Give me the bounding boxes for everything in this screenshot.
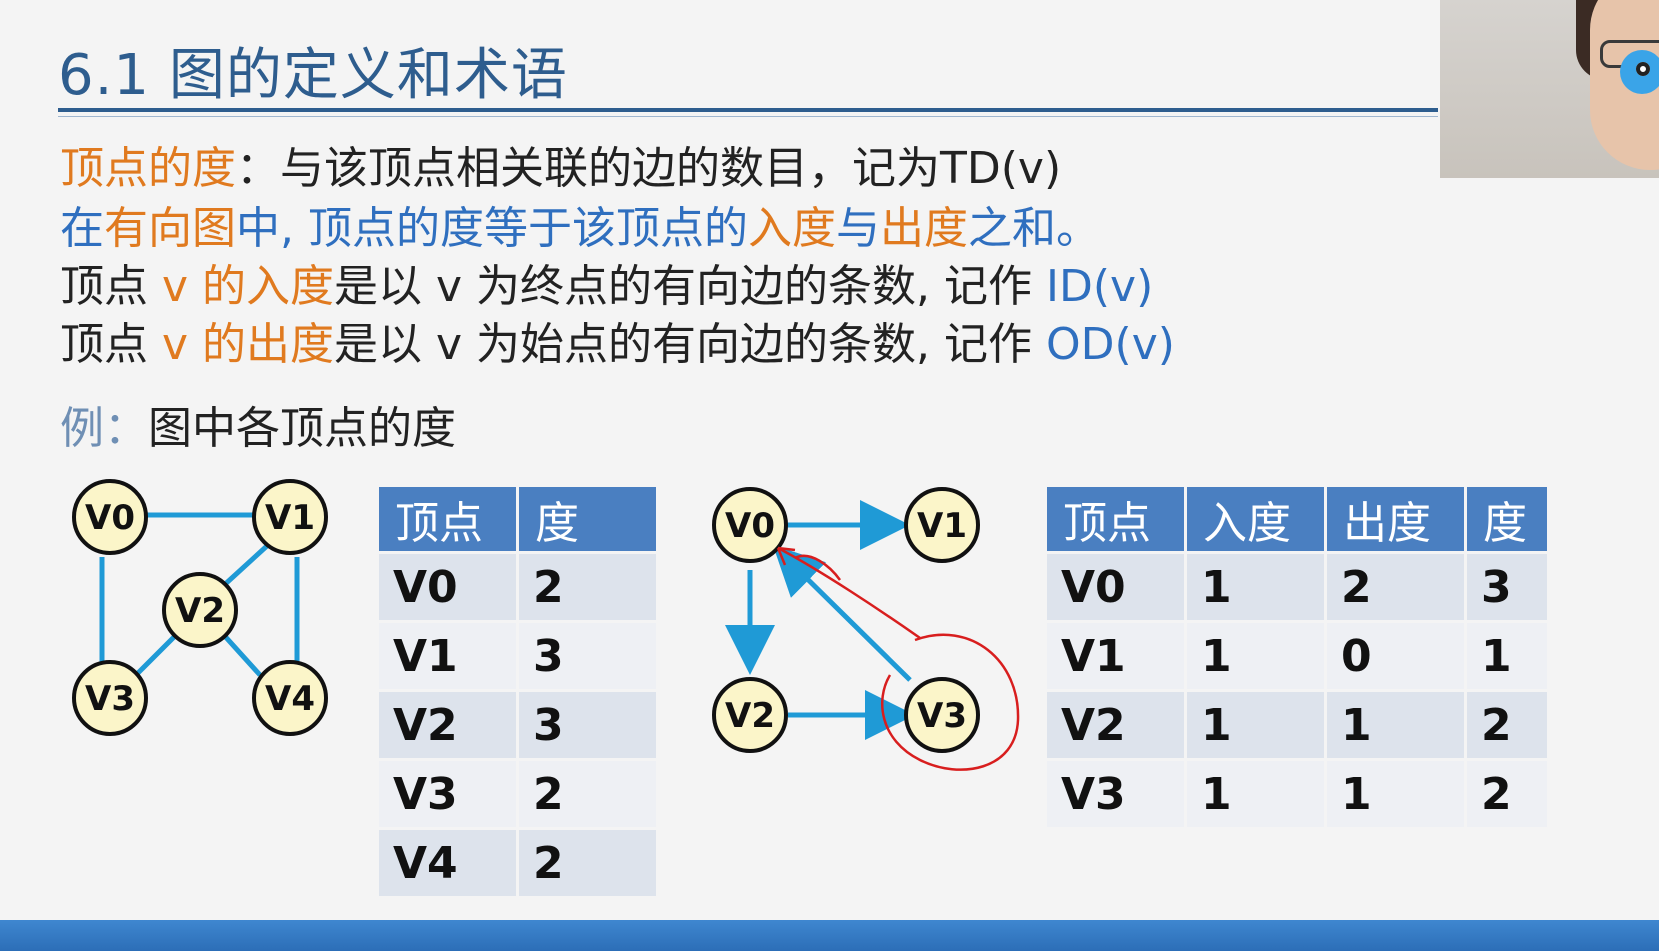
footer-bar: [0, 920, 1659, 951]
cell-in-degree: 1: [1187, 692, 1324, 758]
table-row: V3 2: [379, 761, 656, 827]
cell-vertex: V3: [1047, 761, 1184, 827]
cell-degree: 3: [519, 692, 656, 758]
cell-out-degree: 2: [1327, 554, 1464, 620]
node-label-v0: V0: [725, 506, 775, 546]
undirected-graph: V0 V1 V2 V3 V4: [72, 479, 328, 736]
cell-vertex: V0: [1047, 554, 1184, 620]
header-degree: 度: [1467, 487, 1547, 551]
cell-degree: 2: [1467, 692, 1547, 758]
table-row: V0 1 2 3: [1047, 554, 1547, 620]
cell-vertex: V2: [1047, 692, 1184, 758]
header-out-degree: 出度: [1327, 487, 1464, 551]
arc-v3-v0: [772, 544, 912, 682]
table-row: V0 2: [379, 554, 656, 620]
term-in-degree: 入度: [747, 203, 836, 254]
notation-od: OD(v): [1046, 319, 1175, 370]
header-vertex: 顶点: [379, 487, 516, 551]
slide-title: 6.1 图的定义和术语: [58, 43, 568, 108]
cell-vertex: V2: [379, 692, 516, 758]
text-segment: 是以 v 为终点的有向边的条数, 记作: [334, 261, 1047, 312]
text-segment: 在: [60, 203, 104, 254]
node-label-v1: V1: [917, 506, 967, 546]
cell-vertex: V4: [379, 830, 516, 896]
definition-line-in-degree: 顶点 v 的入度是以 v 为终点的有向边的条数, 记作 ID(v): [60, 250, 1153, 314]
node-label-v2: V2: [725, 696, 775, 736]
cell-vertex: V1: [379, 623, 516, 689]
cell-vertex: V3: [379, 761, 516, 827]
node-label-v2: V2: [175, 591, 225, 631]
term-vertex-degree: 顶点的度: [60, 143, 236, 194]
example-text: 图中各顶点的度: [148, 403, 456, 454]
annotation-arrow-line: [777, 546, 921, 640]
edge-v2-v3: [134, 631, 180, 677]
definition-line-degree: 顶点的度：与该顶点相关联的边的数目，记为TD(v): [60, 132, 1061, 196]
title-divider-thin: [58, 116, 1438, 117]
cell-degree: 3: [1467, 554, 1547, 620]
term-directed-graph: 有向图: [104, 203, 236, 254]
header-vertex: 顶点: [1047, 487, 1184, 551]
table-row: V1 1 0 1: [1047, 623, 1547, 689]
definition-text: ：与该顶点相关联的边的数目，记为TD(v): [236, 143, 1062, 194]
node-label-v3: V3: [85, 679, 135, 719]
text-segment: 顶点: [60, 261, 162, 312]
text-segment: 顶点: [60, 319, 162, 370]
slide: 6.1 图的定义和术语 顶点的度：与该顶点相关联的边的数目，记为TD(v) 在有…: [0, 0, 1659, 951]
definition-line-directed: 在有向图中, 顶点的度等于该顶点的入度与出度之和。: [60, 192, 1100, 256]
cell-degree: 3: [519, 623, 656, 689]
cell-degree: 2: [519, 554, 656, 620]
directed-graph: V0 V1 V2 V3: [712, 487, 1020, 771]
cell-degree: 2: [519, 761, 656, 827]
degree-table-undirected: 顶点 度 V0 2 V1 3 V2 3 V3 2 V4 2: [376, 484, 659, 899]
node-label-v0: V0: [85, 498, 135, 538]
header-degree: 度: [519, 487, 656, 551]
table-header-row: 顶点 入度 出度 度: [1047, 487, 1547, 551]
node-label-v3: V3: [917, 696, 967, 736]
webcam-overlay: [1440, 0, 1659, 178]
example-heading: 例：图中各顶点的度: [60, 392, 456, 456]
cell-out-degree: 1: [1327, 761, 1464, 827]
cell-out-degree: 0: [1327, 623, 1464, 689]
term-out-degree-v: v 的出度: [162, 319, 335, 370]
edge-v1-v2: [220, 543, 270, 589]
cell-degree: 1: [1467, 623, 1547, 689]
degree-table-directed: 顶点 入度 出度 度 V0 1 2 3 V1 1 0 1 V2 1 1 2 V3…: [1044, 484, 1550, 830]
text-segment: 中, 顶点的度等于该顶点的: [236, 203, 748, 254]
node-label-v1: V1: [265, 498, 315, 538]
table-row: V2 3: [379, 692, 656, 758]
notation-id: ID(v): [1046, 261, 1154, 312]
cell-vertex: V1: [1047, 623, 1184, 689]
cell-in-degree: 1: [1187, 554, 1324, 620]
header-in-degree: 入度: [1187, 487, 1324, 551]
cell-degree: 2: [1467, 761, 1547, 827]
table-row: V3 1 1 2: [1047, 761, 1547, 827]
undirected-nodes: V0 V1 V2 V3 V4: [72, 479, 328, 736]
definition-line-out-degree: 顶点 v 的出度是以 v 为始点的有向边的条数, 记作 OD(v): [60, 308, 1175, 372]
title-divider: [58, 108, 1438, 112]
table-header-row: 顶点 度: [379, 487, 656, 551]
table-row: V4 2: [379, 830, 656, 896]
term-in-degree-v: v 的入度: [162, 261, 335, 312]
text-segment: 是以 v 为始点的有向边的条数, 记作: [334, 319, 1047, 370]
example-label: 例：: [60, 403, 148, 454]
table-row: V1 3: [379, 623, 656, 689]
text-segment: 与: [835, 203, 880, 254]
text-segment: 之和。: [967, 203, 1100, 254]
cell-out-degree: 1: [1327, 692, 1464, 758]
cell-in-degree: 1: [1187, 623, 1324, 689]
cell-degree: 2: [519, 830, 656, 896]
node-label-v4: V4: [265, 679, 315, 719]
edge-v2-v4: [220, 631, 262, 677]
table-row: V2 1 1 2: [1047, 692, 1547, 758]
cell-vertex: V0: [379, 554, 516, 620]
term-out-degree: 出度: [879, 203, 968, 254]
mascot-icon: [1620, 50, 1659, 94]
cell-in-degree: 1: [1187, 761, 1324, 827]
